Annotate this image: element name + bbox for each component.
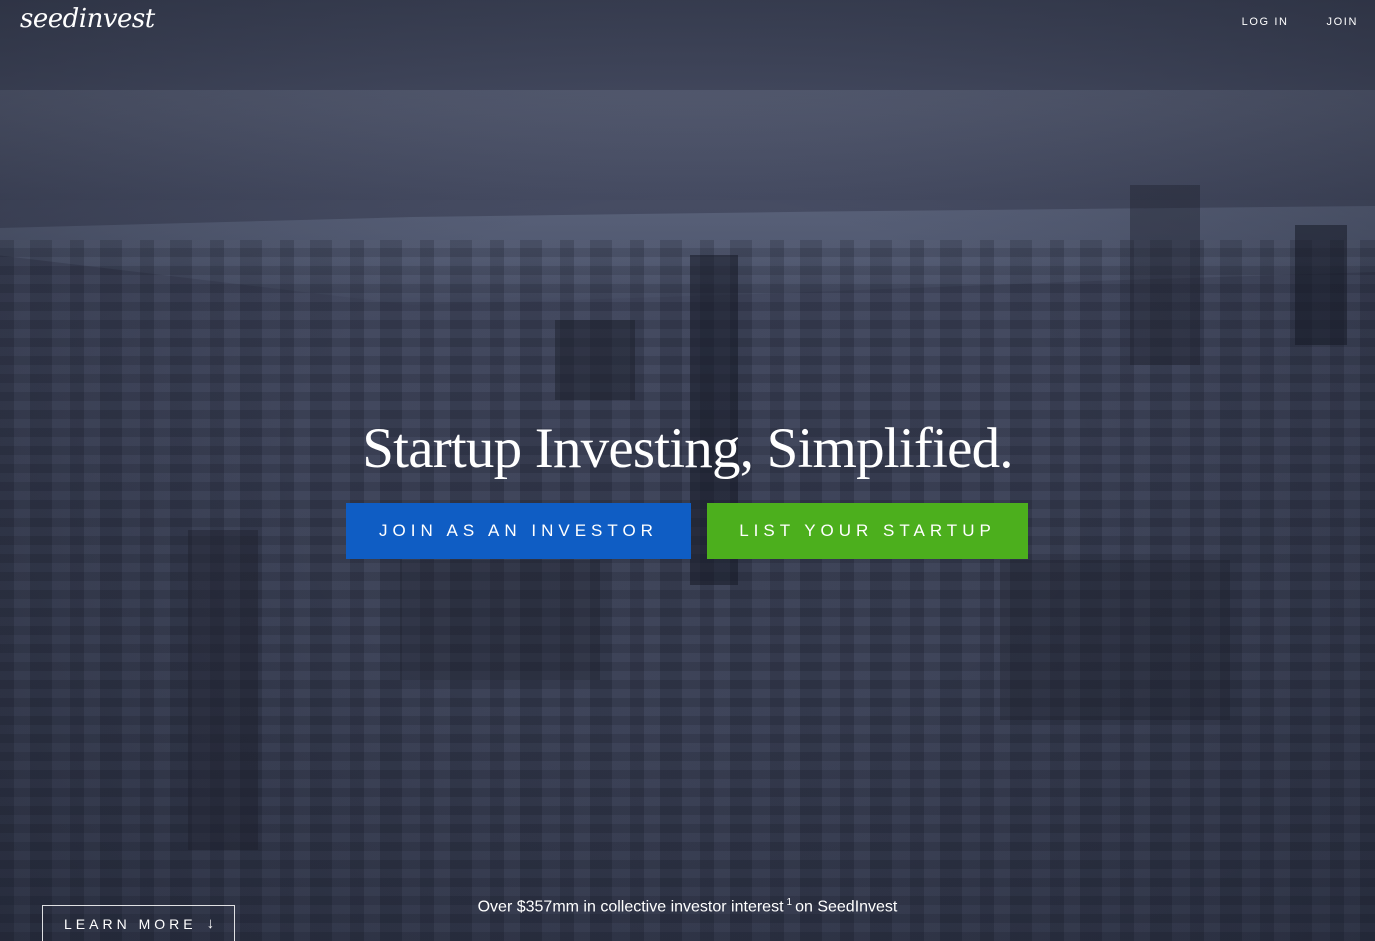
arrow-down-icon: ↓ — [206, 915, 215, 932]
stat-footnote[interactable]: 1 — [787, 897, 793, 908]
hero-headline: Startup Investing, Simplified. — [362, 417, 1013, 480]
join-link[interactable]: JOIN — [1327, 16, 1358, 28]
learn-more-label: LEARN MORE — [64, 915, 197, 932]
investor-interest-stat: Over $357mm in collective investor inter… — [0, 897, 1375, 916]
stat-suffix: on SeedInvest — [795, 898, 898, 916]
seedinvest-logo[interactable]: seedinvest — [20, 4, 155, 34]
cta-row: JOIN AS AN INVESTOR LIST YOUR STARTUP — [346, 503, 1028, 559]
hero-section: seedinvest LOG IN JOIN Startup Investing… — [0, 0, 1375, 941]
log-in-link[interactable]: LOG IN — [1242, 16, 1289, 28]
stat-prefix: Over $357mm in collective investor inter… — [477, 898, 784, 916]
list-your-startup-button[interactable]: LIST YOUR STARTUP — [707, 503, 1028, 559]
top-nav: LOG IN JOIN — [1242, 16, 1358, 28]
join-as-investor-button[interactable]: JOIN AS AN INVESTOR — [346, 503, 691, 559]
site-header: seedinvest LOG IN JOIN — [0, 0, 1375, 46]
